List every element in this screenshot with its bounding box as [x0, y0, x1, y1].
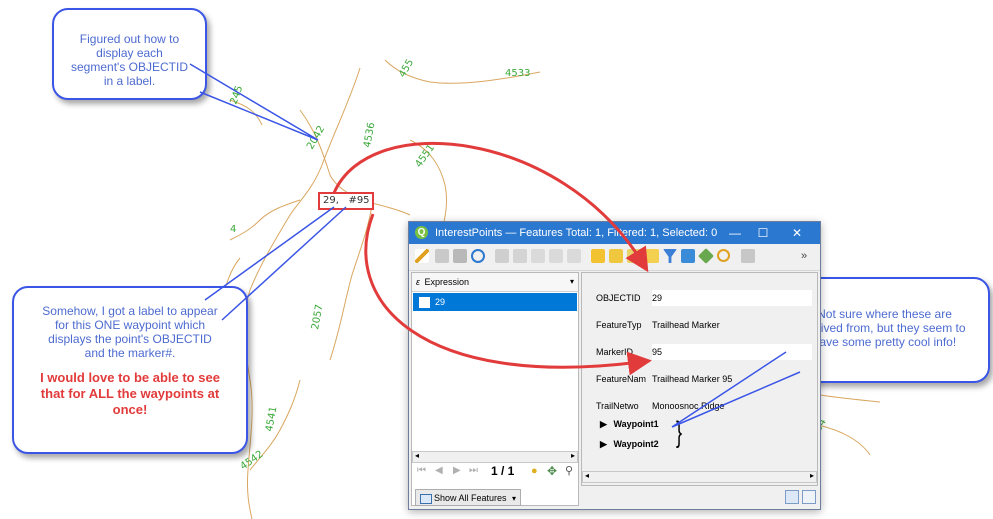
callout-left-emphasis: I would love to be able to see that for …: [40, 370, 220, 417]
segment-label: 4536: [362, 122, 377, 149]
previous-feature-icon[interactable]: ◀: [435, 465, 443, 476]
segment-label: 245: [228, 84, 245, 106]
minimize-icon[interactable]: —: [721, 222, 749, 244]
attribute-table-window: Q InterestPoints — Features Total: 1, Fi…: [408, 221, 821, 510]
window-title: InterestPoints — Features Total: 1, Filt…: [435, 227, 718, 239]
waypoint-label: 29, #95: [318, 192, 374, 210]
delete-feature-icon[interactable]: [513, 249, 527, 263]
zoom-feature-icon[interactable]: ⚲: [565, 464, 573, 477]
select-all-icon[interactable]: [609, 249, 623, 263]
list-item[interactable]: 29: [413, 293, 577, 311]
segment-label: 4: [230, 224, 236, 235]
last-feature-icon[interactable]: ⏭: [469, 465, 478, 476]
scroll-right-icon[interactable]: ▸: [810, 471, 814, 480]
objectid-field-box[interactable]: [652, 290, 812, 306]
save-icon[interactable]: [453, 249, 467, 263]
trail-line: [817, 424, 871, 456]
trail-line: [819, 394, 881, 403]
segment-label: 4551: [413, 143, 437, 170]
toolbar: »: [409, 244, 820, 271]
field-value[interactable]: 95: [652, 343, 662, 361]
table-icon: [420, 494, 432, 504]
scroll-right-icon[interactable]: ▸: [571, 451, 575, 460]
field-name: OBJECTID: [596, 293, 641, 303]
first-feature-icon[interactable]: ⏮: [417, 465, 426, 476]
maximize-icon[interactable]: ☐: [749, 222, 777, 244]
cut-icon[interactable]: [531, 249, 545, 263]
field-name: MarkerID: [596, 347, 634, 357]
chevron-down-icon: ▾: [511, 494, 516, 503]
field-name: FeatureTyp: [596, 320, 642, 330]
expand-arrow-icon[interactable]: ▶: [600, 439, 607, 449]
segment-label: 2057: [310, 304, 325, 331]
segment-label: 4541: [264, 406, 279, 433]
more-tools-icon[interactable]: »: [801, 249, 813, 263]
form-view-icon[interactable]: [785, 490, 799, 504]
expression-label: Expression: [424, 277, 470, 287]
filter-icon[interactable]: [663, 249, 677, 263]
list-item-value: 29: [435, 297, 446, 307]
zoom-to-selection-icon[interactable]: [717, 249, 730, 262]
expression-icon: ε: [416, 277, 420, 287]
qgis-logo-icon: Q: [415, 226, 428, 239]
paste-icon[interactable]: [567, 249, 581, 263]
field-name: TrailNetwo: [596, 401, 639, 411]
page-indicator: 1 / 1: [491, 464, 515, 478]
scroll-left-icon[interactable]: ◂: [415, 451, 419, 460]
reload-icon[interactable]: [471, 249, 485, 263]
field-value[interactable]: Trailhead Marker 95: [652, 370, 732, 388]
show-all-features-dropdown[interactable]: Show All Features ▾: [415, 489, 521, 506]
callout-left-text: Somehow, I got a label to appear for thi…: [42, 304, 218, 360]
callout-left: Somehow, I got a label to appear for thi…: [12, 286, 248, 454]
brace-annotation: }: [676, 416, 683, 449]
pan-to-selection-icon[interactable]: [698, 248, 714, 264]
relation-label: Waypoint2: [613, 439, 659, 449]
multi-edit-icon[interactable]: [435, 249, 449, 263]
next-feature-icon[interactable]: ▶: [453, 465, 461, 476]
close-icon[interactable]: ✕: [783, 222, 811, 244]
highlight-feature-icon[interactable]: ●: [531, 465, 538, 477]
callout-top: Figured out how to display each segment'…: [52, 8, 207, 100]
add-feature-icon[interactable]: [495, 249, 509, 263]
chevron-down-icon[interactable]: ▾: [570, 273, 574, 291]
invert-selection-icon[interactable]: [627, 249, 641, 263]
field-value[interactable]: Trailhead Marker: [652, 316, 720, 334]
copy-icon[interactable]: [549, 249, 563, 263]
move-selection-top-icon[interactable]: [681, 249, 695, 263]
relation-label: Waypoint1: [613, 419, 659, 429]
field-name: FeatureNam: [596, 374, 647, 384]
table-view-icon[interactable]: [802, 490, 816, 504]
edit-pencil-icon[interactable]: [415, 249, 429, 263]
feature-form-pane: OBJECTID 29 FeatureTyp Trailhead Marker …: [581, 272, 818, 486]
segment-label: 455: [397, 57, 416, 79]
markerid-field-box[interactable]: [652, 344, 812, 360]
show-all-label: Show All Features: [434, 493, 507, 503]
trail-line: [329, 204, 373, 361]
field-value[interactable]: Monoosnoc Ridge: [652, 397, 725, 415]
form-horizontal-scrollbar[interactable]: ◂ ▸: [582, 471, 817, 483]
deselect-icon[interactable]: [645, 249, 659, 263]
feature-navigation: ⏮ ◀ ▶ ⏭ 1 / 1 ● ✥ ⚲: [411, 462, 577, 482]
callout-top-text: Figured out how to display each segment'…: [71, 32, 188, 88]
segment-label: 4542: [238, 449, 265, 473]
field-value[interactable]: 29: [652, 289, 662, 307]
copy-rows-icon[interactable]: [741, 249, 755, 263]
pan-feature-icon[interactable]: ✥: [547, 464, 557, 478]
window-titlebar[interactable]: Q InterestPoints — Features Total: 1, Fi…: [409, 222, 820, 244]
bottom-bar: Show All Features ▾: [411, 486, 818, 508]
trail-line: [243, 67, 361, 519]
expand-arrow-icon[interactable]: ▶: [600, 419, 607, 429]
expression-header[interactable]: ε Expression ▾: [412, 273, 578, 292]
relation-waypoint2[interactable]: ▶ Waypoint2: [600, 439, 659, 450]
segment-label: 2042: [305, 124, 327, 152]
segment-label: 4533: [505, 68, 530, 79]
callout-right-text: Not sure where these are derived from, b…: [803, 307, 966, 349]
scroll-left-icon[interactable]: ◂: [585, 471, 589, 480]
select-expression-icon[interactable]: [591, 249, 605, 263]
relation-waypoint1[interactable]: ▶ Waypoint1: [600, 419, 659, 430]
trail-line: [229, 199, 301, 241]
row-checkbox[interactable]: [419, 297, 430, 308]
